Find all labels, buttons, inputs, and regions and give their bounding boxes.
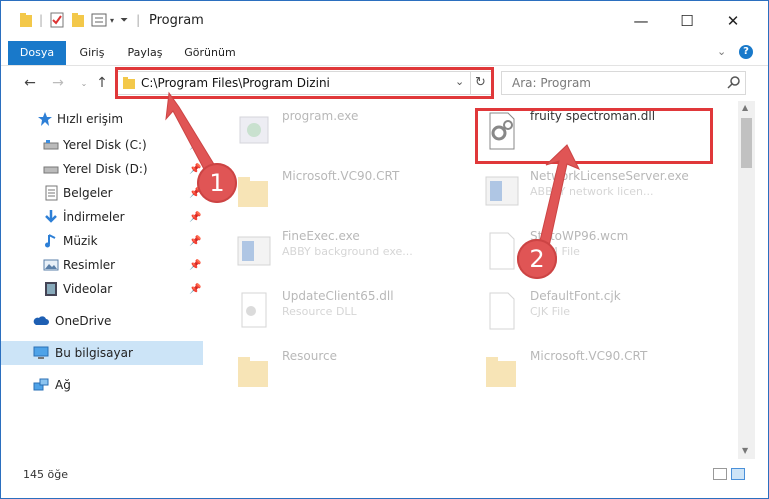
item-count: 145 öğe xyxy=(23,468,68,481)
scrollbar-thumb[interactable] xyxy=(741,118,752,168)
scroll-down-icon[interactable]: ▼ xyxy=(742,446,748,455)
vertical-scrollbar[interactable]: ▲ ▼ xyxy=(738,101,755,459)
large-icons-view-icon[interactable] xyxy=(731,468,745,480)
annotation-badge-1: 1 xyxy=(197,163,237,203)
status-bar: 145 öğe xyxy=(1,464,768,486)
annotation-arrows xyxy=(165,91,581,252)
annotation-badge-2: 2 xyxy=(517,239,557,279)
details-view-icon[interactable] xyxy=(713,468,727,480)
explorer-window: | ▾ ⏷ | Program — ☐ ✕ Dosya Giriş Paylaş… xyxy=(0,0,769,499)
scroll-up-icon[interactable]: ▲ xyxy=(742,103,748,112)
arrow-2 xyxy=(537,144,581,252)
